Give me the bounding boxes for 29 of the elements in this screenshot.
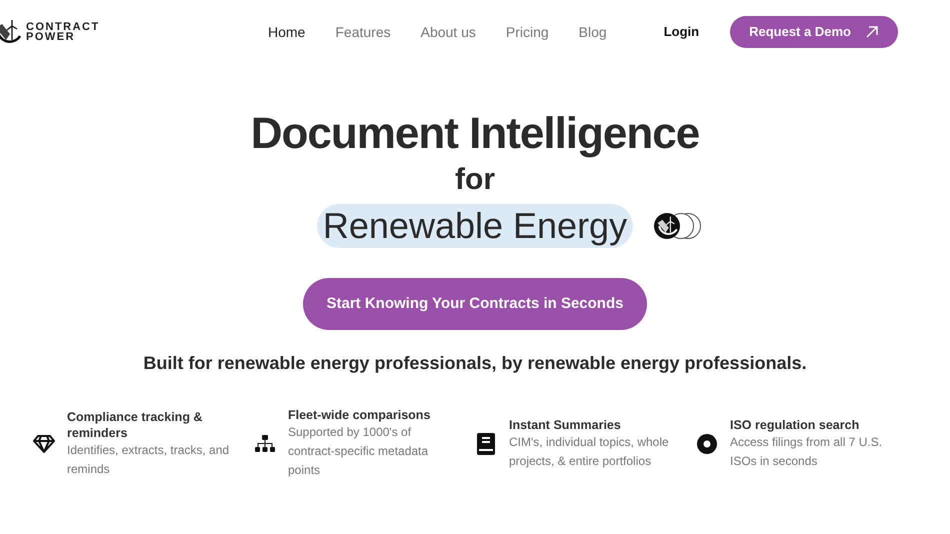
request-demo-button[interactable]: Request a Demo (730, 16, 898, 48)
feature-title: Compliance tracking & reminders (67, 408, 204, 440)
login-link[interactable]: Login (664, 22, 700, 42)
book-icon (476, 432, 496, 456)
feature-title: Instant Summaries (509, 416, 622, 432)
nav-link[interactable]: Features (335, 22, 391, 42)
nav-link[interactable]: About us (420, 22, 476, 42)
diamond-icon (33, 434, 55, 454)
disc-icon (696, 432, 718, 454)
hierarchy-icon (254, 434, 276, 454)
logo-icon (0, 18, 22, 46)
highlighted-heading: Renewable Energy (316, 204, 634, 248)
feature-description: Identifies, extracts, tracks, and reminds (67, 442, 230, 478)
feature-description: Supported by 1000's of contract-specific metadata points (288, 424, 430, 479)
logo-text: CONTRACT (26, 22, 100, 32)
feature-title: Fleet-wide comparisons (288, 407, 432, 423)
feature-description: Access filings from all 7 U.S. ISOs in seconds (730, 434, 884, 470)
hero-subtitle: for (455, 162, 495, 198)
nav-link[interactable]: Blog (578, 22, 607, 42)
logo-text: POWER (26, 32, 76, 42)
nav-link[interactable]: Pricing (506, 22, 549, 42)
nav-link[interactable]: Home (268, 22, 306, 42)
feature-description: CIM's, individual topics, whole projects, & entire portfolios (509, 434, 670, 470)
tagline: Built for renewable energy professionals, by renewable energy professionals. (143, 352, 807, 375)
cta-button[interactable]: Start Knowing Your Contracts in Seconds (302, 278, 648, 330)
feature-title: ISO regulation search (730, 416, 860, 432)
hero-title: Document Intelligence (250, 108, 700, 160)
logo-coins-drawing (651, 212, 704, 240)
arrow-icon (864, 25, 879, 39)
